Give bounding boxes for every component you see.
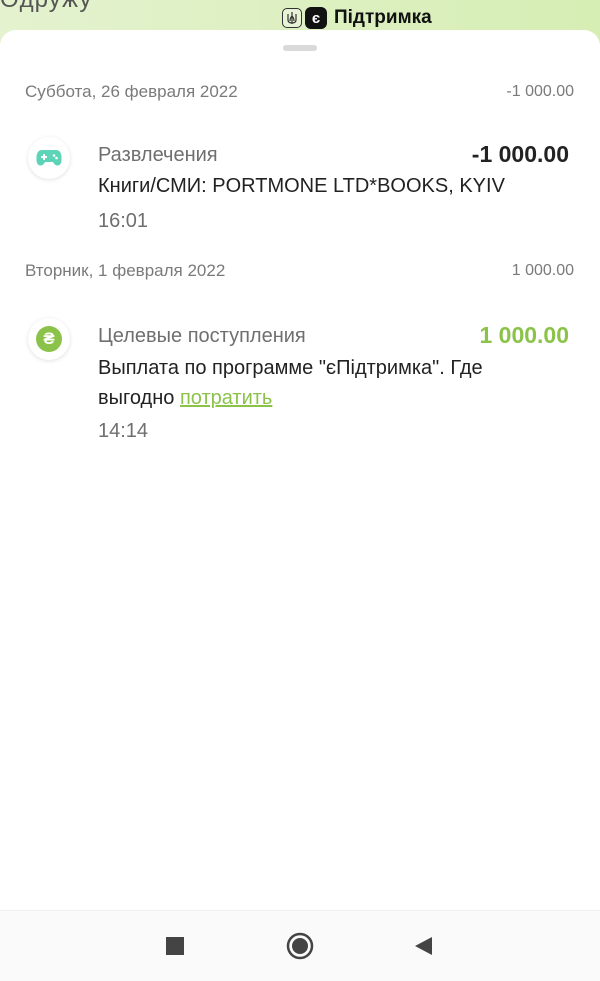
gamepad-icon: [28, 137, 70, 179]
top-banner: Oдружу є Підтримка: [0, 0, 600, 34]
drag-handle[interactable]: [283, 45, 317, 51]
transaction-item[interactable]: ₴ Целевые поступления 1 000.00 Выплата п…: [0, 310, 600, 450]
trident-icon: [282, 8, 302, 28]
home-icon: [286, 932, 314, 960]
recents-button[interactable]: [160, 931, 190, 961]
back-button[interactable]: [408, 931, 438, 961]
transaction-description: Выплата по программе "єПідтримка". Где в…: [98, 353, 538, 413]
back-icon: [415, 937, 432, 955]
transaction-category: Развлечения: [98, 144, 218, 166]
date-total: 1 000.00: [511, 262, 574, 279]
date-label: Вторник, 1 февраля 2022: [25, 261, 226, 280]
partial-header-text: Oдружу: [0, 0, 92, 14]
transaction-description: Книги/СМИ: PORTMONE LTD*BOOKS, KYIV: [98, 175, 505, 197]
system-nav-bar: [0, 910, 600, 981]
transaction-amount: -1 000.00: [471, 141, 569, 167]
brand-name: Підтримка: [334, 7, 432, 28]
transaction-item[interactable]: Развлечения -1 000.00 Книги/СМИ: PORTMON…: [0, 130, 600, 240]
date-header: Вторник, 1 февраля 2022 1 000.00: [25, 259, 574, 283]
transactions-sheet: Суббота, 26 февраля 2022 -1 000.00 Развл…: [0, 30, 600, 910]
description-text: Выплата по программе "єПідтримка". Где в…: [98, 357, 483, 409]
hryvnia-icon: ₴: [28, 318, 70, 360]
transaction-time: 16:01: [98, 210, 149, 232]
date-total: -1 000.00: [506, 83, 574, 100]
date-header: Суббота, 26 февраля 2022 -1 000.00: [25, 80, 574, 104]
recents-icon: [166, 937, 184, 955]
home-button[interactable]: [285, 931, 315, 961]
e-badge-icon: є: [305, 7, 327, 29]
transaction-time: 14:14: [98, 420, 149, 442]
brand-logo: є Підтримка: [282, 7, 432, 29]
spend-link[interactable]: потратить: [180, 387, 272, 409]
hryvnia-glyph: ₴: [36, 326, 62, 352]
screen: Oдружу є Підтримка Суббота, 26 февраля 2…: [0, 0, 600, 981]
transaction-category: Целевые поступления: [98, 325, 306, 347]
transaction-amount: 1 000.00: [479, 322, 569, 348]
date-label: Суббота, 26 февраля 2022: [25, 82, 238, 101]
